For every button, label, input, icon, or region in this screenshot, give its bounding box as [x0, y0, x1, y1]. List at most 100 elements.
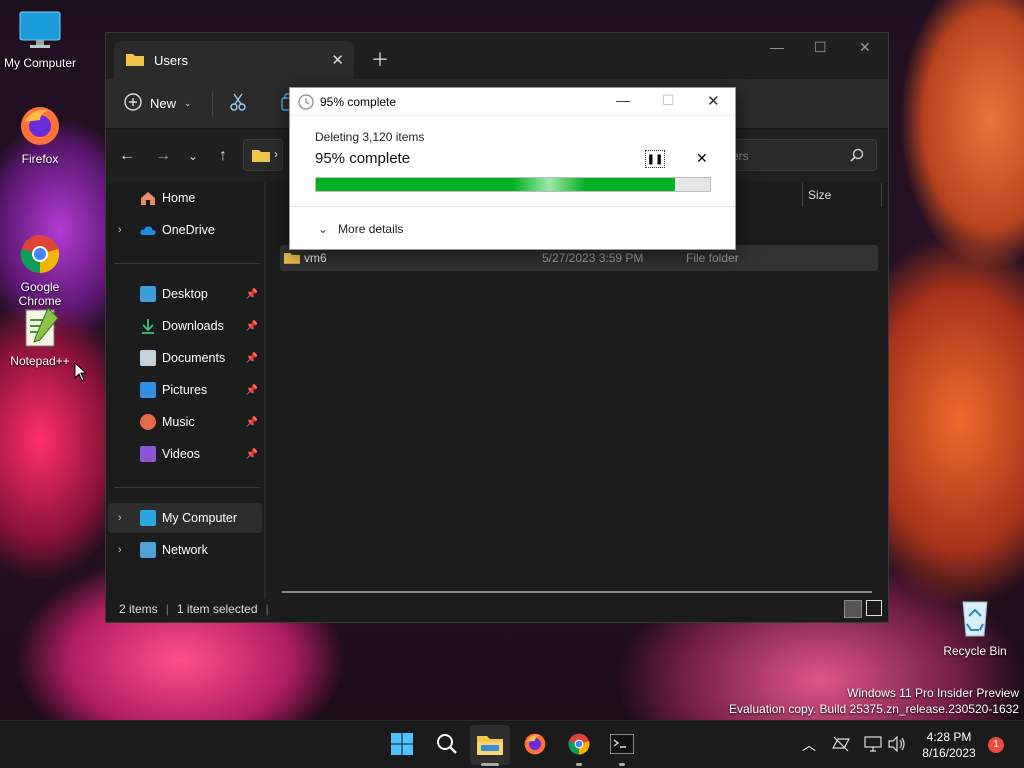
- tab-users[interactable]: Users ✕: [114, 41, 354, 79]
- running-indicator: [481, 763, 499, 766]
- minimize-button[interactable]: —: [770, 39, 784, 55]
- videos-icon: [140, 446, 156, 462]
- forward-button[interactable]: →: [154, 147, 172, 165]
- folder-icon: [126, 52, 144, 69]
- close-window-button[interactable]: ✕: [859, 39, 871, 56]
- pin-icon[interactable]: 📌: [246, 449, 258, 460]
- sidebar-item-home[interactable]: Home: [108, 183, 262, 213]
- chrome-icon: [567, 732, 591, 759]
- expand-chevron-icon[interactable]: ›: [118, 544, 122, 556]
- volume-icon[interactable]: [888, 735, 906, 755]
- operation-text: Deleting 3,120 items: [315, 130, 425, 144]
- search-button[interactable]: [431, 729, 463, 761]
- sidebar-item-music[interactable]: Music 📌: [108, 407, 262, 437]
- sidebar-item-label: Pictures: [162, 383, 208, 397]
- search-input[interactable]: ers: [721, 139, 877, 171]
- notification-badge[interactable]: 1: [988, 737, 1004, 753]
- breadcrumb-chevron-icon: ›: [274, 147, 278, 161]
- sidebar-item-documents[interactable]: Documents 📌: [108, 343, 262, 373]
- desktop-icon-my-computer[interactable]: My Computer: [0, 8, 80, 70]
- expand-chevron-icon[interactable]: ›: [118, 224, 122, 236]
- maximize-button[interactable]: ☐: [814, 39, 827, 56]
- recent-locations-button[interactable]: ⌄: [184, 149, 202, 163]
- sidebar-item-videos[interactable]: Videos 📌: [108, 439, 262, 469]
- pictures-icon: [140, 382, 156, 398]
- item-count: 2 items: [119, 602, 158, 616]
- sidebar-item-network[interactable]: › Network: [108, 535, 262, 565]
- address-box[interactable]: ›: [243, 139, 283, 171]
- column-divider[interactable]: [881, 183, 882, 207]
- recycle-bin-icon: [953, 596, 997, 640]
- pin-icon[interactable]: 📌: [246, 353, 258, 364]
- progress-fill: [316, 178, 675, 191]
- desktop-icon-label: Notepad++: [10, 354, 70, 368]
- taskbar-file-explorer[interactable]: [474, 729, 506, 761]
- pin-icon[interactable]: 📌: [246, 417, 258, 428]
- column-header-size[interactable]: Size: [808, 188, 831, 202]
- sidebar-separator: [114, 263, 260, 264]
- new-button[interactable]: New ⌄: [124, 93, 192, 114]
- home-icon: [140, 190, 156, 206]
- column-divider[interactable]: [802, 183, 803, 207]
- pin-icon[interactable]: 📌: [246, 289, 258, 300]
- dialog-minimize-button[interactable]: —: [616, 92, 630, 108]
- pause-button[interactable]: ❚❚: [645, 150, 665, 168]
- notepad-plus-plus-icon: [18, 306, 62, 350]
- expand-chevron-icon[interactable]: ›: [118, 512, 122, 524]
- navigation-pane: Home › OneDrive Desktop 📌 Downloads 📌 Do…: [106, 183, 264, 599]
- network-disconnected-icon[interactable]: [831, 736, 851, 755]
- sidebar-separator: [114, 487, 260, 488]
- desktop-icon-recycle-bin[interactable]: Recycle Bin: [935, 596, 1015, 658]
- back-button[interactable]: ←: [118, 147, 136, 165]
- tiles-view-button[interactable]: [866, 600, 882, 616]
- taskbar-chrome[interactable]: [563, 729, 595, 761]
- watermark-line: Windows 11 Pro Insider Preview: [847, 686, 1019, 700]
- mouse-cursor-icon: [74, 362, 88, 382]
- tab-close-icon[interactable]: ✕: [331, 51, 344, 69]
- display-icon[interactable]: [864, 736, 882, 755]
- sidebar-item-desktop[interactable]: Desktop 📌: [108, 279, 262, 309]
- cancel-operation-button[interactable]: ✕: [696, 150, 708, 167]
- pin-icon[interactable]: 📌: [246, 385, 258, 396]
- folder-icon: [284, 251, 300, 267]
- sidebar-item-onedrive[interactable]: › OneDrive: [108, 215, 262, 245]
- sidebar-item-label: Videos: [162, 447, 200, 461]
- row-name: vm6: [304, 251, 327, 265]
- desktop-icon-label: Recycle Bin: [943, 644, 1007, 658]
- sidebar-item-my-computer[interactable]: › My Computer: [108, 503, 262, 533]
- sidebar-item-label: Documents: [162, 351, 226, 365]
- windows-logo-icon: [390, 732, 414, 759]
- start-button[interactable]: [386, 729, 418, 761]
- desktop-folder-icon: [140, 286, 156, 302]
- running-indicator: [619, 763, 625, 766]
- taskbar-terminal[interactable]: [606, 729, 638, 761]
- dialog-close-button[interactable]: ✕: [707, 92, 720, 110]
- more-details-label: More details: [338, 222, 404, 236]
- network-icon: [140, 542, 156, 558]
- progress-bar: [315, 177, 711, 192]
- taskbar-firefox[interactable]: [519, 729, 551, 761]
- delete-progress-dialog: 95% complete — ☐ ✕ Deleting 3,120 items …: [289, 87, 736, 250]
- clock-time: 4:28 PM: [926, 730, 972, 744]
- sidebar-item-label: Downloads: [162, 319, 224, 333]
- clock[interactable]: 4:28 PM 8/16/2023: [916, 729, 982, 761]
- status-bar: 2 items | 1 item selected |: [106, 596, 888, 622]
- music-icon: [140, 414, 156, 430]
- running-indicator: [576, 763, 582, 766]
- desktop-icon-firefox[interactable]: Firefox: [0, 104, 80, 166]
- watermark-line: Evaluation copy. Build 25375.zn_release.…: [729, 702, 1019, 716]
- horizontal-scrollbar[interactable]: [282, 591, 872, 593]
- more-details-button[interactable]: ⌄ More details: [318, 222, 403, 236]
- new-button-label: New: [150, 96, 177, 111]
- desktop-icon-label: My Computer: [3, 56, 77, 70]
- cut-icon[interactable]: [229, 93, 247, 114]
- sidebar-item-pictures[interactable]: Pictures 📌: [108, 375, 262, 405]
- sidebar-item-downloads[interactable]: Downloads 📌: [108, 311, 262, 341]
- pin-icon[interactable]: 📌: [246, 321, 258, 332]
- desktop-icon-notepad-plus-plus[interactable]: Notepad++: [0, 306, 80, 368]
- up-button[interactable]: ↑: [214, 147, 232, 165]
- show-hidden-icons-chevron-icon[interactable]: ︿: [802, 735, 816, 755]
- details-view-button[interactable]: [844, 600, 862, 618]
- desktop-icon-google-chrome[interactable]: Google Chrome: [0, 204, 80, 308]
- new-tab-button[interactable]: ＋: [371, 46, 389, 72]
